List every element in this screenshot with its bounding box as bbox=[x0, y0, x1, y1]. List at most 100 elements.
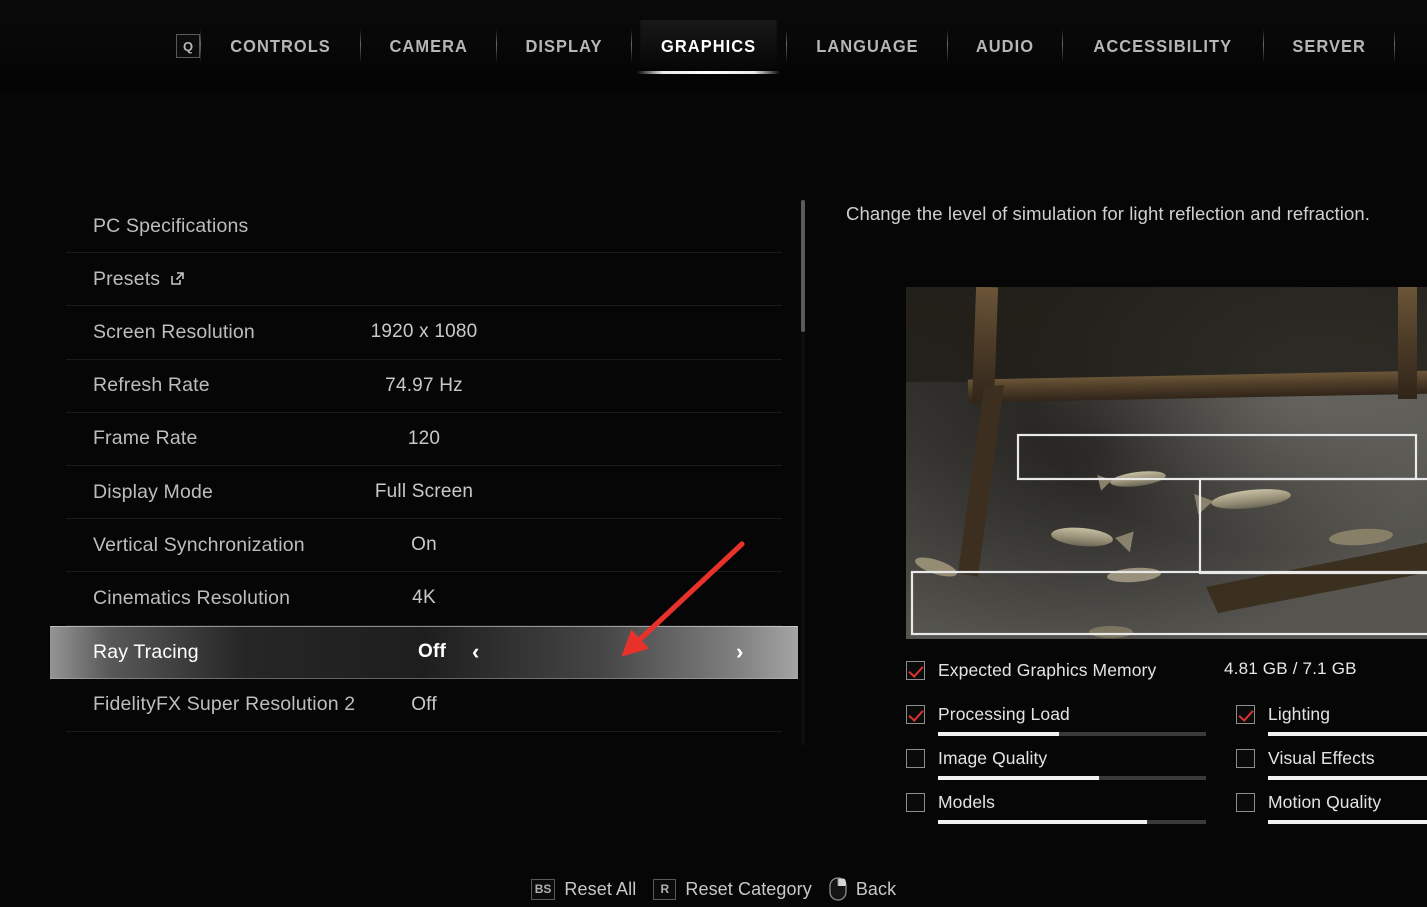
tab-server[interactable]: SERVER bbox=[1268, 20, 1390, 72]
setting-label: Cinematics Resolution bbox=[93, 587, 290, 610]
footer-hint[interactable]: BS Reset All bbox=[530, 878, 637, 900]
setting-label: Frame Rate bbox=[93, 427, 197, 450]
setting-label-text: Frame Rate bbox=[93, 427, 198, 450]
meter-line: Expected Graphics Memory bbox=[906, 657, 1206, 683]
meter-bar-fill bbox=[938, 820, 1148, 824]
value-previous-arrow[interactable]: ‹ bbox=[472, 641, 479, 663]
setting-label: FidelityFX Super Resolution 2 bbox=[93, 693, 355, 716]
setting-row-screen-resolution[interactable]: Screen Resolution 1920 x 1080 bbox=[66, 306, 782, 360]
meter-label: Models bbox=[938, 791, 996, 812]
setting-label-text: Display Mode bbox=[93, 480, 213, 503]
meter-bar-fill bbox=[938, 732, 1059, 736]
setting-label: Presets bbox=[93, 268, 185, 291]
checkbox-expected-graphics-memory[interactable] bbox=[906, 660, 925, 680]
tab-divider bbox=[631, 29, 633, 63]
meter-bar-fill bbox=[1268, 820, 1427, 824]
footer-hint[interactable]: R Reset Category bbox=[653, 878, 812, 900]
footer-key-badge: BS bbox=[530, 878, 556, 900]
meters-right-column: Lighting Visual Effects Motion Quality bbox=[1236, 701, 1427, 833]
tab-divider bbox=[1394, 29, 1396, 63]
meter-bar-track bbox=[1268, 732, 1427, 736]
tab-language[interactable]: LANGUAGE bbox=[791, 20, 942, 72]
setting-row-frame-rate[interactable]: Frame Rate 120 bbox=[66, 413, 782, 466]
meter-label: Lighting bbox=[1268, 703, 1331, 724]
mouse-right-click-icon bbox=[829, 877, 847, 901]
meter-bar-track bbox=[938, 776, 1206, 780]
meter-row: Motion Quality bbox=[1236, 789, 1427, 833]
meter-line: Lighting bbox=[1236, 701, 1427, 727]
meter-row: Processing Load bbox=[906, 701, 1206, 745]
setting-row-display-mode[interactable]: Display Mode Full Screen bbox=[66, 466, 782, 520]
meter-row: Lighting bbox=[1236, 701, 1427, 745]
tab-divider bbox=[200, 29, 201, 63]
meter-row: Models bbox=[906, 789, 1206, 833]
graphics-memory-value: 4.81 GB / 7.1 GB bbox=[1224, 659, 1357, 678]
meter-label: Expected Graphics Memory bbox=[938, 659, 1157, 680]
meter-line: Processing Load bbox=[906, 701, 1206, 727]
footer-hint[interactable]: Back bbox=[829, 877, 896, 901]
tab-divider bbox=[496, 29, 498, 63]
meter-label: Motion Quality bbox=[1268, 791, 1382, 812]
settings-screen: Q CONTROLS CAMERA DISPLAY GRAPHICS LANGUAGE AU… bbox=[0, 0, 1427, 907]
meter-line: Models bbox=[906, 789, 1206, 815]
setting-row-pc-specifications[interactable]: PC Specifications bbox=[66, 200, 782, 254]
tab-accessibility[interactable]: ACCESSIBILITY bbox=[1069, 20, 1257, 72]
footer-hint-label: Reset All bbox=[564, 878, 637, 899]
setting-row-vertical-synchronization[interactable]: Vertical Synchronization On bbox=[66, 519, 782, 573]
meter-row: Expected Graphics Memory 4.81 GB / 7.1 GB bbox=[906, 657, 1356, 701]
checkbox-models[interactable] bbox=[906, 792, 925, 812]
setting-label-text: Presets bbox=[93, 267, 161, 290]
setting-row-refresh-rate[interactable]: Refresh Rate 74.97 Hz bbox=[66, 360, 782, 413]
meter-bar-track bbox=[1268, 776, 1427, 780]
tab-divider bbox=[785, 29, 787, 63]
setting-label: Display Mode bbox=[93, 481, 213, 504]
checkbox-visual-effects[interactable] bbox=[1236, 748, 1255, 768]
tab-divider bbox=[360, 29, 361, 63]
tab-divider bbox=[1262, 29, 1264, 63]
graphics-preview-image bbox=[906, 287, 1427, 639]
tab-controls[interactable]: CONTROLS bbox=[206, 20, 355, 72]
meter-label: Image Quality bbox=[938, 747, 1048, 768]
meter-row: Visual Effects bbox=[1236, 745, 1427, 789]
tab-display[interactable]: DISPLAY bbox=[501, 20, 627, 72]
footer-hint-label: Reset Category bbox=[685, 878, 812, 899]
checkbox-motion-quality[interactable] bbox=[1236, 792, 1255, 812]
meter-bar-fill bbox=[938, 776, 1099, 780]
setting-row-ray-tracing[interactable]: Ray Tracing ‹ › Off bbox=[50, 625, 798, 679]
meter-line: Motion Quality bbox=[1236, 789, 1427, 815]
checkbox-processing-load[interactable] bbox=[906, 704, 925, 724]
quit-key-badge[interactable]: Q bbox=[176, 34, 200, 58]
setting-label-text: Ray Tracing bbox=[93, 640, 199, 663]
setting-label: Vertical Synchronization bbox=[93, 534, 305, 557]
setting-label: Refresh Rate bbox=[93, 374, 210, 397]
tab-graphics[interactable]: GRAPHICS bbox=[637, 20, 781, 72]
setting-row-fidelityfx-super-resolution-2[interactable]: FidelityFX Super Resolution 2 Off bbox=[66, 679, 782, 732]
meter-bar-fill bbox=[1268, 776, 1427, 780]
setting-label: PC Specifications bbox=[93, 215, 248, 238]
setting-row-presets[interactable]: Presets bbox=[66, 253, 782, 307]
meter-line: Visual Effects bbox=[1236, 745, 1427, 771]
checkbox-image-quality[interactable] bbox=[906, 748, 925, 768]
meter-line: Image Quality bbox=[906, 745, 1206, 771]
setting-row-cinematics-resolution[interactable]: Cinematics Resolution 4K bbox=[66, 572, 782, 626]
footer-hint-label: Back bbox=[855, 878, 897, 899]
setting-label-text: Cinematics Resolution bbox=[93, 586, 291, 609]
meter-label: Visual Effects bbox=[1268, 747, 1375, 768]
meter-row: Image Quality bbox=[906, 745, 1206, 789]
external-link-icon bbox=[170, 271, 185, 286]
checkbox-lighting[interactable] bbox=[1236, 704, 1255, 724]
setting-label: Ray Tracing bbox=[93, 641, 199, 664]
setting-label-text: FidelityFX Super Resolution 2 bbox=[93, 693, 356, 716]
meter-bar-fill bbox=[1268, 732, 1427, 736]
tab-divider bbox=[1062, 29, 1064, 63]
tab-audio[interactable]: AUDIO bbox=[952, 20, 1059, 72]
value-next-arrow[interactable]: › bbox=[736, 641, 743, 663]
tab-divider bbox=[947, 29, 949, 63]
tab-camera[interactable]: CAMERA bbox=[365, 20, 492, 72]
footer-hints: BS Reset All R Reset Category Back bbox=[0, 877, 1427, 901]
settings-scrollbar-thumb[interactable] bbox=[801, 200, 805, 332]
setting-label-text: Vertical Synchronization bbox=[93, 533, 305, 556]
setting-label-text: Refresh Rate bbox=[93, 374, 210, 397]
settings-list: PC Specifications Presets Screen Resolutio… bbox=[50, 200, 798, 732]
setting-label: Screen Resolution bbox=[93, 321, 255, 344]
